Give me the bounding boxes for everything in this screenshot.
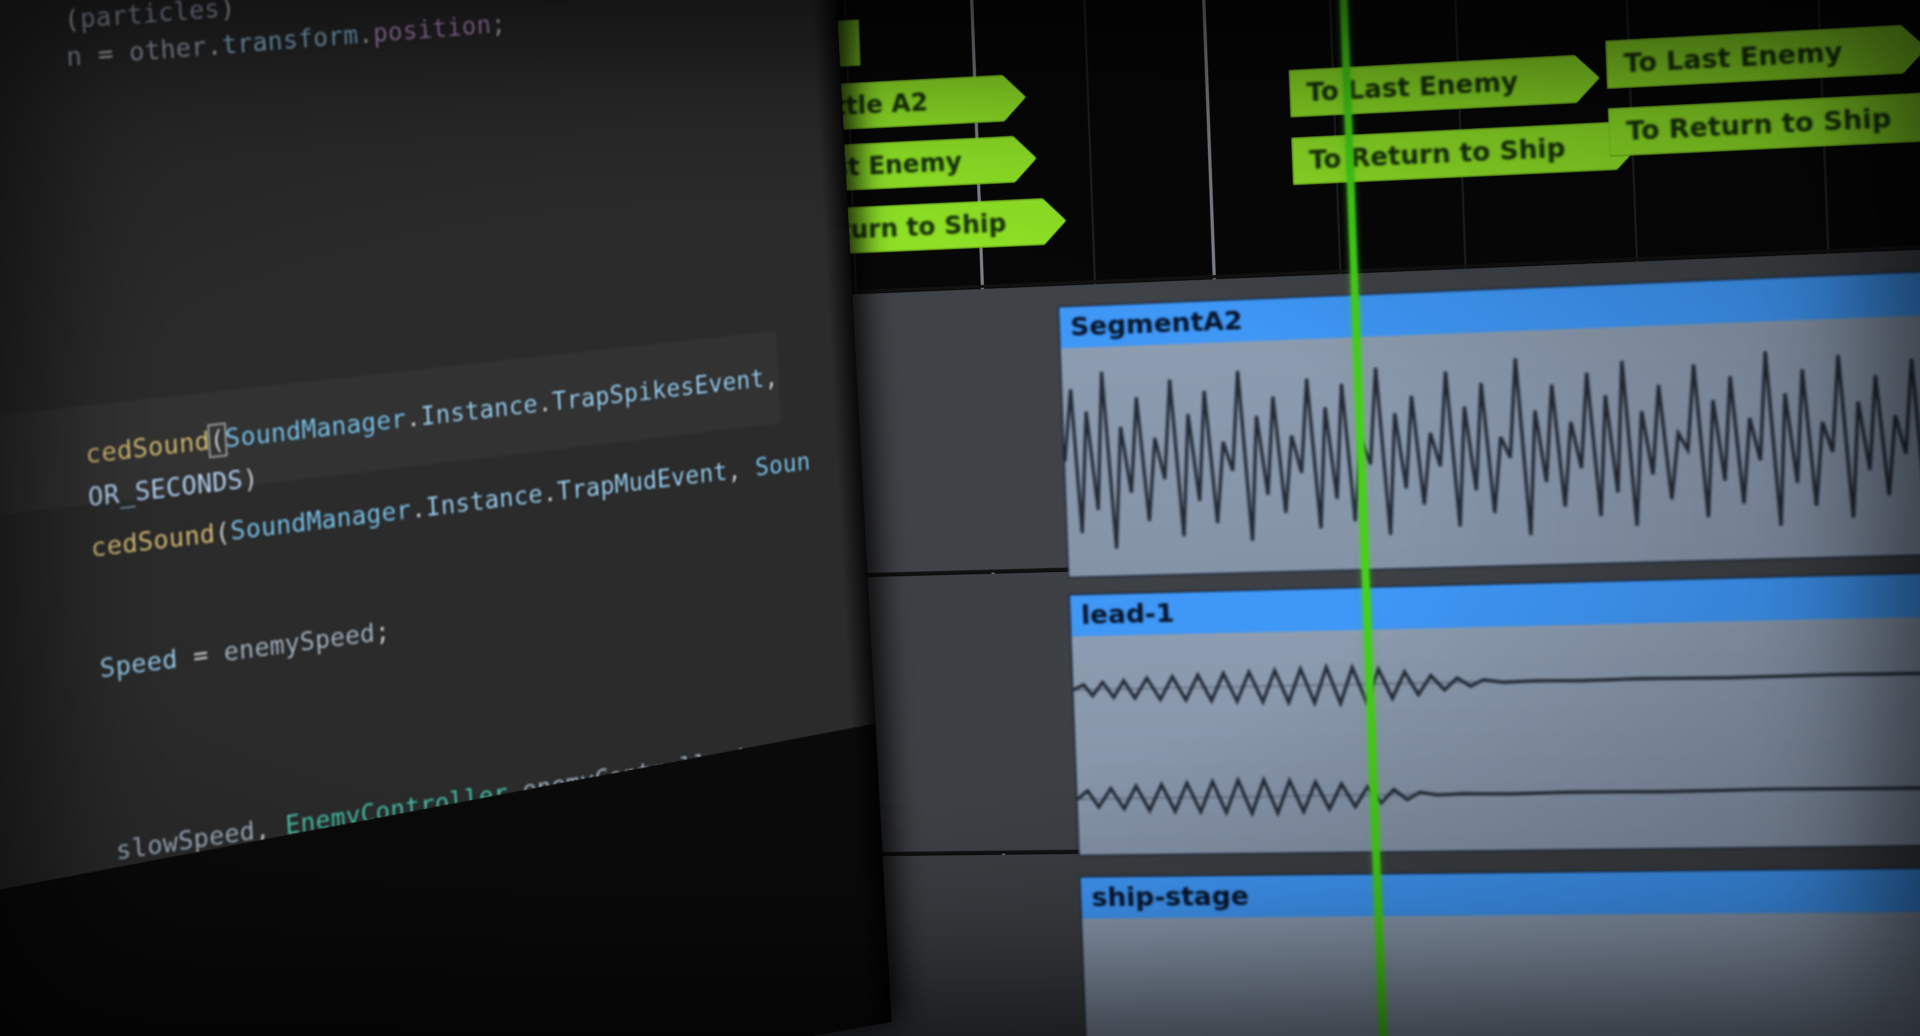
- clip-segment-a2[interactable]: SegmentA2: [1057, 262, 1920, 578]
- clip-waveform-segment-a2: [1060, 307, 1920, 577]
- marker-to-return-to-ship[interactable]: To Return to Ship: [1291, 120, 1641, 185]
- clip-title-ship-stage: ship-stage: [1080, 866, 1920, 920]
- code-editor-window: (particles) n = other.transform.position…: [0, 0, 892, 1036]
- code-line-6[interactable]: Speed = enemySpeed;: [2, 587, 392, 728]
- clip-waveform-lead-1: [1071, 611, 1920, 855]
- marker-to-last-enemy[interactable]: To Last Enemy: [1605, 23, 1920, 89]
- marker-to-return-to-ship[interactable]: To Return to Ship: [1608, 90, 1920, 157]
- code-line-2[interactable]: n = other.transform.position;: [0, 0, 508, 111]
- clip-ship-stage[interactable]: ship-stage: [1079, 865, 1920, 1036]
- marker-to-last-enemy[interactable]: To Last Enemy: [1288, 53, 1600, 117]
- clip-lead-1[interactable]: lead-1: [1068, 567, 1920, 856]
- clip-waveform-ship-stage: [1081, 910, 1920, 1036]
- screen-photo: To Battle A To Battle A2 To Last Enemy T…: [0, 0, 1920, 1036]
